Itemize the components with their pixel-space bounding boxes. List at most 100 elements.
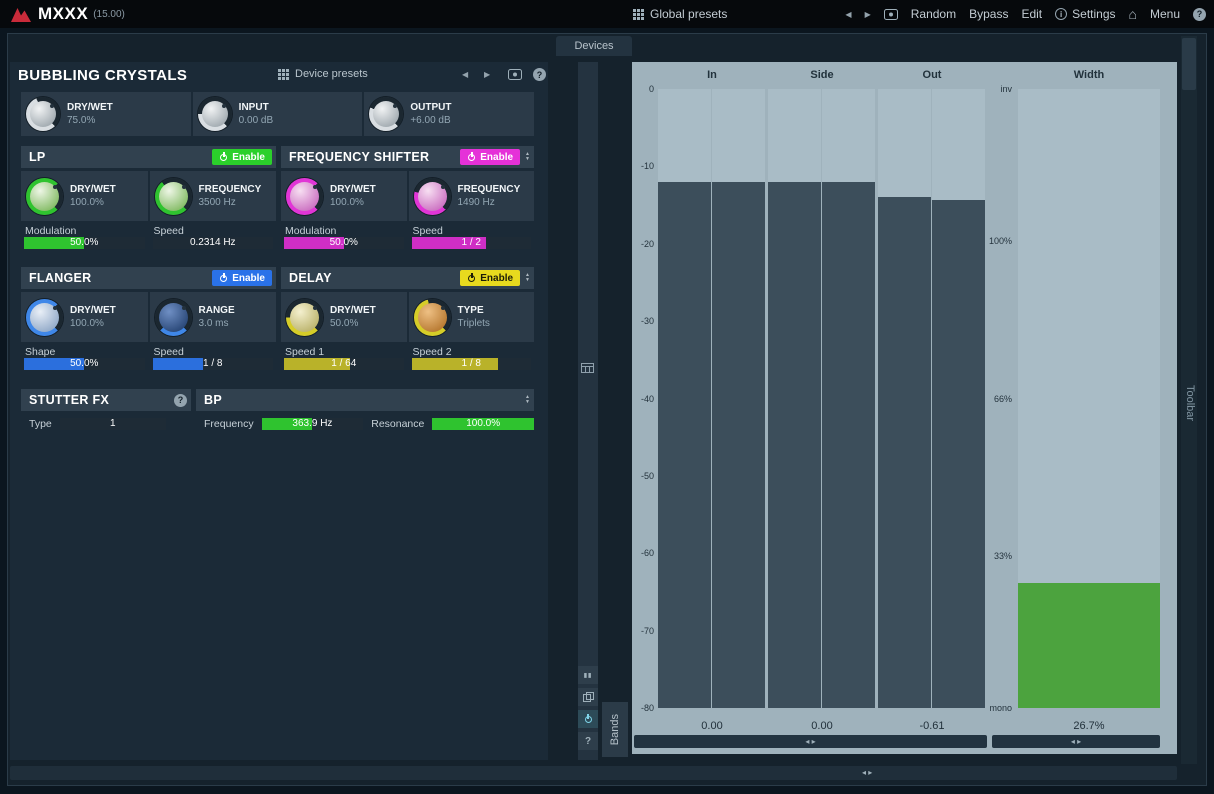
- dry-wet-knob[interactable]: [26, 97, 60, 131]
- order-stepper[interactable]: ▲▼: [525, 395, 530, 405]
- screenshot-icon[interactable]: [884, 9, 898, 20]
- slider-label: Shape: [24, 344, 145, 358]
- tab-bands[interactable]: Bands: [602, 702, 628, 757]
- device-preset-prev-button[interactable]: ◀: [462, 70, 468, 79]
- shifter-frequency-knob[interactable]: [414, 178, 451, 215]
- module-stutter-fx: STUTTER FX ? Type 1: [21, 389, 191, 430]
- module-flanger: FLANGER Enable DRY/WET100.0% RANGE3.0 ms…: [21, 267, 276, 370]
- app-version: (15.00): [93, 9, 125, 20]
- module-header[interactable]: BP ▲▼: [196, 389, 534, 411]
- device-preset-next-button[interactable]: ▶: [484, 70, 490, 79]
- order-stepper[interactable]: ▲▼: [525, 273, 530, 283]
- random-button[interactable]: Random: [911, 7, 956, 21]
- enable-label: Enable: [480, 273, 513, 284]
- slider-label: Speed: [153, 223, 274, 237]
- enable-button[interactable]: Enable: [460, 149, 520, 165]
- popup-window-button[interactable]: [578, 688, 598, 706]
- screenshot-icon[interactable]: [508, 69, 522, 80]
- home-icon[interactable]: ⌂: [1129, 6, 1137, 22]
- module-header[interactable]: LP Enable: [21, 146, 276, 168]
- delay-speed2-slider[interactable]: 1 / 8: [412, 358, 532, 370]
- width-readout[interactable]: 26.7%: [1018, 720, 1160, 732]
- module-delay: DELAY Enable ▲▼ DRY/WET50.0% TYPETriplet…: [281, 267, 534, 370]
- side-readout[interactable]: 0.00: [768, 720, 876, 732]
- width-scale: inv 100% 66% 33% mono: [968, 89, 1014, 708]
- out-readout[interactable]: -0.61: [878, 720, 986, 732]
- delay-type-knob[interactable]: [414, 299, 451, 336]
- bottom-scrollbar[interactable]: ◂ ▸: [10, 766, 1177, 780]
- delay-dry-wet-knob[interactable]: [286, 299, 323, 336]
- scroll-arrows-icon: ◂ ▸: [1071, 737, 1081, 746]
- lp-speed-slider[interactable]: 0.2314 Hz: [153, 237, 274, 249]
- module-header[interactable]: FLANGER Enable: [21, 267, 276, 289]
- meter-scrollbar[interactable]: ◂ ▸: [634, 735, 987, 748]
- menu-button[interactable]: Menu: [1150, 7, 1180, 21]
- next-preset-button[interactable]: ▶: [865, 10, 871, 19]
- meter-in-right[interactable]: [712, 89, 765, 708]
- flanger-range-knob[interactable]: [155, 299, 192, 336]
- meter-out-left[interactable]: [878, 89, 931, 708]
- knob-cell: DRY/WET100.0%: [281, 171, 407, 221]
- param-label: Resonance: [371, 418, 424, 430]
- stutter-type-slider[interactable]: 1: [60, 418, 166, 430]
- module-header[interactable]: STUTTER FX ?: [21, 389, 191, 411]
- in-readout[interactable]: 0.00: [658, 720, 766, 732]
- knob-label: INPUT: [239, 102, 273, 113]
- enable-button[interactable]: Enable: [212, 270, 272, 286]
- global-presets-button[interactable]: Global presets: [633, 0, 727, 28]
- width-scrollbar[interactable]: ◂ ▸: [992, 735, 1160, 748]
- width-meter[interactable]: [1018, 89, 1160, 708]
- param-label: Type: [29, 418, 52, 430]
- enable-button[interactable]: Enable: [212, 149, 272, 165]
- edit-button[interactable]: Edit: [1021, 7, 1042, 21]
- prev-preset-button[interactable]: ◀: [845, 10, 851, 19]
- meter-power-button[interactable]: [578, 710, 598, 728]
- lp-modulation-slider[interactable]: 50.0%: [24, 237, 145, 249]
- module-header[interactable]: DELAY Enable ▲▼: [281, 267, 534, 289]
- tab-bands-label: Bands: [609, 714, 621, 745]
- device-help-icon[interactable]: ?: [533, 68, 546, 81]
- toolbar-rail: Toolbar: [1181, 36, 1197, 764]
- module-title: LP: [29, 150, 46, 164]
- settings-label: Settings: [1072, 7, 1115, 21]
- tab-devices[interactable]: Devices: [556, 36, 632, 56]
- output-gain-cell: OUTPUT+6.00 dB: [364, 92, 534, 136]
- slider-label: Modulation: [24, 223, 145, 237]
- bypass-button[interactable]: Bypass: [969, 7, 1008, 21]
- pause-button[interactable]: ▮▮: [578, 666, 598, 684]
- flanger-speed-slider[interactable]: 1 / 8: [153, 358, 274, 370]
- settings-button[interactable]: iSettings: [1055, 7, 1115, 21]
- meter-help-button[interactable]: ?: [578, 732, 598, 750]
- delay-speed1-slider[interactable]: 1 / 64: [284, 358, 404, 370]
- input-knob[interactable]: [198, 97, 232, 131]
- db-scale: 0 -10 -20 -30 -40 -50 -60 -70 -80: [632, 89, 655, 708]
- stutter-help-icon[interactable]: ?: [174, 394, 187, 407]
- meter-side-right[interactable]: [822, 89, 875, 708]
- slider-label: Speed 1: [284, 344, 404, 358]
- lp-frequency-knob[interactable]: [155, 178, 192, 215]
- meter-header-out: Out: [878, 69, 986, 81]
- device-presets-label: Device presets: [295, 68, 368, 80]
- module-header[interactable]: FREQUENCY SHIFTER Enable ▲▼: [281, 146, 534, 168]
- enable-button[interactable]: Enable: [460, 270, 520, 286]
- global-presets-label: Global presets: [650, 7, 727, 21]
- shifter-dry-wet-knob[interactable]: [286, 178, 323, 215]
- help-icon[interactable]: ?: [1193, 8, 1206, 21]
- lp-dry-wet-knob[interactable]: [26, 178, 63, 215]
- output-knob[interactable]: [369, 97, 403, 131]
- shifter-speed-slider[interactable]: 1 / 2: [412, 237, 532, 249]
- flanger-shape-slider[interactable]: 50.0%: [24, 358, 145, 370]
- tab-toolbar[interactable]: Toolbar: [1184, 385, 1196, 421]
- order-stepper[interactable]: ▲▼: [525, 152, 530, 162]
- bp-resonance-slider[interactable]: 100.0%: [432, 418, 534, 430]
- meter-side-left[interactable]: [768, 89, 821, 708]
- list-view-icon[interactable]: [581, 360, 594, 378]
- param-label: Frequency: [204, 418, 254, 430]
- vertical-scrollbar-thumb[interactable]: [1182, 38, 1196, 90]
- shifter-modulation-slider[interactable]: 50.0%: [284, 237, 404, 249]
- bp-frequency-slider[interactable]: 363.9 Hz: [262, 418, 364, 430]
- device-presets-button[interactable]: Device presets: [278, 68, 368, 80]
- flanger-dry-wet-knob[interactable]: [26, 299, 63, 336]
- windows-icon: [583, 692, 594, 702]
- meter-in-left[interactable]: [658, 89, 711, 708]
